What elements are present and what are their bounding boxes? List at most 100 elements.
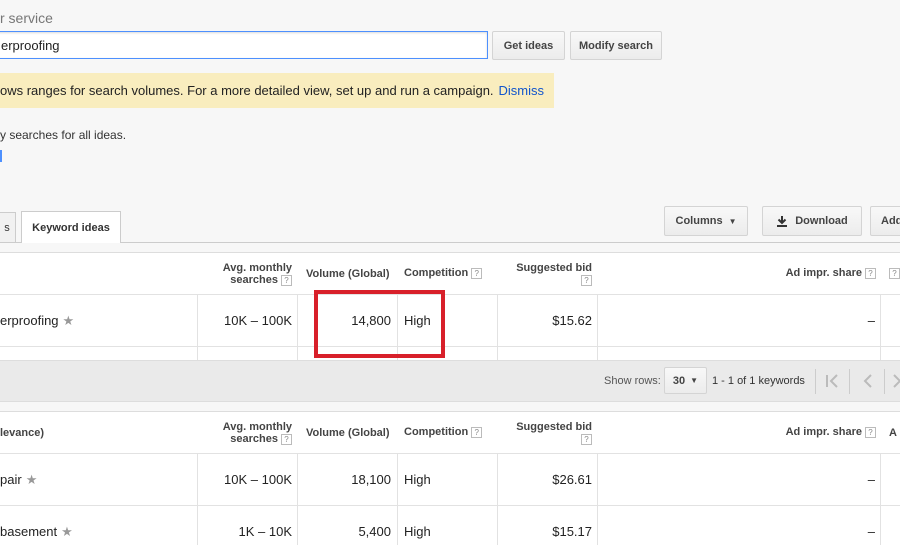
help-icon[interactable]: ? xyxy=(281,433,292,445)
volume-cell: 5,400 xyxy=(358,524,391,539)
tab-ad-group-ideas[interactable]: s xyxy=(0,212,16,243)
column-divider xyxy=(397,453,398,545)
header-avg-monthly-line1: Avg. monthly xyxy=(222,421,292,433)
help-icon[interactable]: ? xyxy=(889,267,900,279)
add-label: Add xyxy=(881,215,900,227)
header-next-column: ? xyxy=(889,267,900,279)
header-volume: Volume (Global) xyxy=(306,268,390,280)
header-competition: Competition? xyxy=(404,426,483,438)
row-divider xyxy=(0,453,900,454)
dropdown-arrow-icon: ▼ xyxy=(728,216,737,226)
avg-searches-cell: 10K – 100K xyxy=(224,313,292,328)
keyword-cell: erproofing ★ xyxy=(0,313,74,329)
header-next-column: A xyxy=(889,427,897,439)
keyword-table-bottom: levance) Avg. monthly searches? Volume (… xyxy=(0,411,900,545)
link-marker[interactable] xyxy=(0,150,2,162)
header-competition: Competition? xyxy=(404,267,483,279)
download-icon xyxy=(777,216,788,227)
ideas-summary-text: y searches for all ideas. xyxy=(0,128,127,142)
pager-divider xyxy=(849,369,850,394)
column-divider xyxy=(297,453,298,545)
column-divider xyxy=(497,453,498,545)
dismiss-link[interactable]: Dismiss xyxy=(499,83,545,98)
add-button[interactable]: Add xyxy=(870,206,900,236)
header-ad-impr-label: Ad impr. share xyxy=(785,426,862,438)
row-divider xyxy=(0,294,900,295)
column-divider xyxy=(497,294,498,361)
pagination-bar: Show rows: 30 ▼ 1 - 1 of 1 keywords xyxy=(0,360,900,402)
ad-impr-cell: – xyxy=(867,524,875,539)
next-page-icon[interactable] xyxy=(893,373,900,389)
field-label: r service xyxy=(0,10,53,26)
help-icon[interactable]: ? xyxy=(865,426,876,438)
download-button[interactable]: Download xyxy=(762,206,862,236)
competition-cell: High xyxy=(404,524,431,539)
keyword-input[interactable] xyxy=(0,31,488,59)
competition-cell: High xyxy=(404,472,431,487)
header-ad-impr-share: Ad impr. share? xyxy=(740,426,876,438)
row-divider xyxy=(0,346,900,347)
header-suggested-bid-label: Suggested bid xyxy=(516,421,592,433)
star-icon[interactable]: ★ xyxy=(63,313,75,328)
show-rows-label: Show rows: xyxy=(604,375,661,387)
help-icon[interactable]: ? xyxy=(581,433,592,445)
header-suggested-bid-label: Suggested bid xyxy=(516,262,592,274)
star-icon[interactable]: ★ xyxy=(61,524,73,539)
keyword-text: erproofing xyxy=(0,313,59,328)
get-ideas-button[interactable]: Get ideas xyxy=(492,31,565,60)
rows-per-page-select[interactable]: 30 ▼ xyxy=(664,367,707,394)
help-icon[interactable]: ? xyxy=(281,274,292,286)
header-avg-monthly-line2: searches xyxy=(230,274,278,286)
star-icon[interactable]: ★ xyxy=(26,472,38,487)
help-icon[interactable]: ? xyxy=(471,426,483,438)
pager-divider xyxy=(884,369,885,394)
row-divider xyxy=(0,505,900,506)
keyword-cell: basement ★ xyxy=(0,524,73,540)
notice-text: ows ranges for search volumes. For a mor… xyxy=(0,83,494,98)
suggested-bid-cell: $15.17 xyxy=(552,524,592,539)
columns-label: Columns xyxy=(675,215,723,227)
column-divider xyxy=(597,294,598,361)
help-icon[interactable]: ? xyxy=(471,267,483,279)
highlight-box xyxy=(314,290,445,358)
help-icon[interactable]: ? xyxy=(581,274,592,286)
header-ad-impr-share: Ad impr. share? xyxy=(740,267,876,279)
ad-impr-cell: – xyxy=(867,313,875,328)
columns-button[interactable]: Columns ▼ xyxy=(664,206,748,236)
header-suggested-bid: Suggested bid ? xyxy=(500,421,592,445)
tab-divider xyxy=(0,242,900,243)
help-icon[interactable]: ? xyxy=(865,267,876,279)
avg-searches-cell: 1K – 10K xyxy=(238,524,293,539)
pager-divider xyxy=(815,369,816,394)
dropdown-arrow-icon: ▼ xyxy=(690,376,699,385)
header-ad-impr-label: Ad impr. share xyxy=(785,267,862,279)
column-divider xyxy=(880,294,881,361)
column-divider xyxy=(197,453,198,545)
notice-banner: ows ranges for search volumes. For a mor… xyxy=(0,73,554,108)
header-avg-monthly: Avg. monthly searches? xyxy=(200,262,292,286)
column-divider xyxy=(597,453,598,545)
suggested-bid-cell: $15.62 xyxy=(552,313,592,328)
first-page-icon[interactable] xyxy=(824,373,840,389)
keyword-table-top: Avg. monthly searches? Volume (Global) C… xyxy=(0,252,900,361)
volume-cell: 18,100 xyxy=(351,472,391,487)
modify-search-button[interactable]: Modify search xyxy=(570,31,662,60)
download-label: Download xyxy=(795,215,848,227)
header-competition-label: Competition xyxy=(404,426,469,438)
suggested-bid-cell: $26.61 xyxy=(552,472,592,487)
header-avg-monthly: Avg. monthly searches? xyxy=(200,421,292,445)
tab-keyword-ideas[interactable]: Keyword ideas xyxy=(21,211,121,243)
pagination-range: 1 - 1 of 1 keywords xyxy=(712,375,805,387)
previous-page-icon[interactable] xyxy=(860,373,876,389)
header-competition-label: Competition xyxy=(404,267,469,279)
ad-impr-cell: – xyxy=(867,472,875,487)
header-suggested-bid: Suggested bid ? xyxy=(500,262,592,286)
header-keyword-relevance: levance) xyxy=(0,427,45,439)
avg-searches-cell: 10K – 100K xyxy=(224,472,292,487)
keyword-cell: pair ★ xyxy=(0,472,37,488)
header-avg-monthly-line1: Avg. monthly xyxy=(222,262,292,274)
column-divider xyxy=(197,294,198,361)
keyword-text: pair xyxy=(0,472,22,487)
keyword-text: basement xyxy=(0,524,58,539)
rows-per-page-value: 30 xyxy=(672,374,686,387)
